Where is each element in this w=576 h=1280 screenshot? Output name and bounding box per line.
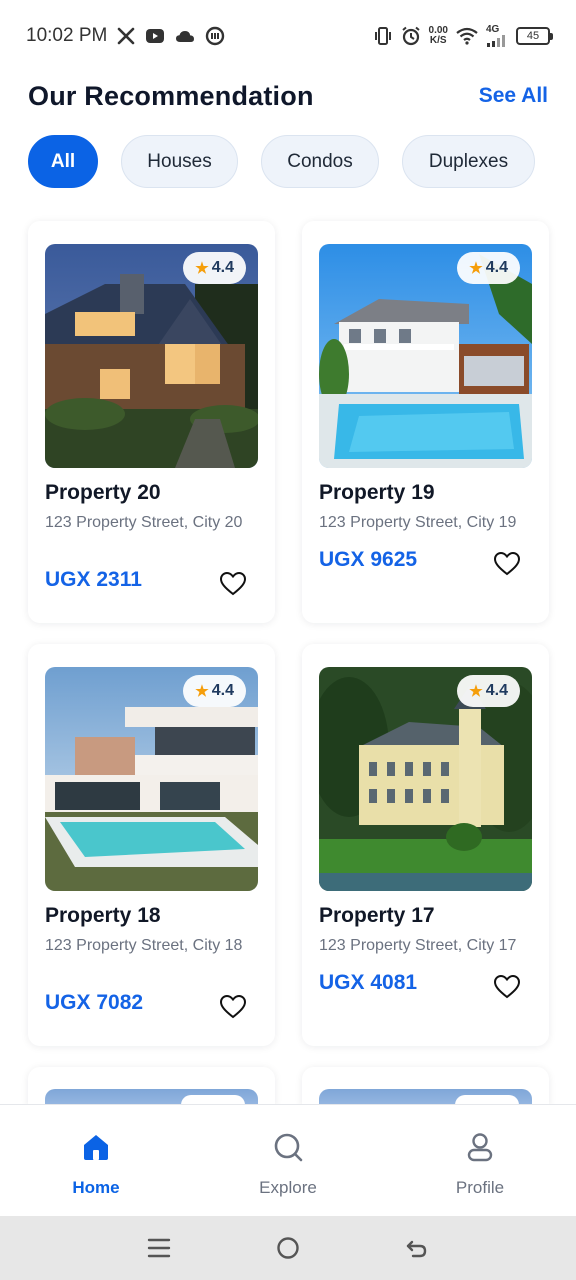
see-all-link[interactable]: See All [479, 84, 548, 108]
bottom-navigation: Home Explore Profile [0, 1104, 576, 1216]
property-name: Property 19 [319, 481, 435, 504]
x-logo-icon [117, 27, 135, 45]
property-price: UGX 2311 [45, 568, 142, 591]
net-speed: 0.00 K/S [429, 26, 448, 46]
property-image: ★ 4.4 [319, 244, 532, 468]
chip-duplexes[interactable]: Duplexes [402, 135, 535, 188]
search-icon [272, 1131, 304, 1168]
rating-badge: ★ 4.4 [183, 675, 246, 707]
home-circle-icon[interactable] [273, 1233, 303, 1263]
home-icon [80, 1131, 112, 1168]
section-header: Our Recommendation See All [28, 78, 548, 114]
property-name: Property 17 [319, 904, 435, 927]
property-price: UGX 9625 [319, 548, 418, 571]
alarm-icon [401, 26, 421, 46]
property-image: ★ 4.4 [319, 667, 532, 891]
property-name: Property 20 [45, 481, 161, 504]
cloud-icon [175, 29, 195, 43]
property-address: 123 Property Street, City 18 [45, 937, 243, 954]
chip-all[interactable]: All [28, 135, 98, 188]
signal-icon: 4G [486, 25, 508, 47]
menu-icon[interactable] [144, 1233, 174, 1263]
nav-home[interactable]: Home [0, 1105, 192, 1216]
favorite-heart-icon[interactable] [219, 993, 247, 1021]
property-address: 123 Property Street, City 17 [319, 937, 517, 954]
network-type: 4G [486, 24, 500, 35]
favorite-heart-icon[interactable] [493, 973, 521, 1001]
property-card-partial[interactable] [28, 1067, 275, 1107]
app-icon [205, 26, 225, 46]
star-icon: ★ [469, 260, 483, 277]
favorite-heart-icon[interactable] [493, 550, 521, 578]
property-address: 123 Property Street, City 19 [319, 514, 517, 531]
property-address: 123 Property Street, City 20 [45, 514, 243, 531]
chip-houses[interactable]: Houses [121, 135, 238, 188]
star-icon: ★ [469, 683, 483, 700]
status-time: 10:02 PM [26, 25, 108, 46]
nav-profile-label: Profile [455, 1178, 505, 1197]
page-title: Our Recommendation [28, 80, 314, 111]
nav-explore[interactable]: Explore [192, 1105, 384, 1216]
system-status-icons: 0.00 K/S 4G 45 [373, 25, 553, 47]
rating-value: 4.4 [211, 682, 234, 699]
rating-badge: ★ 4.4 [457, 252, 520, 284]
nav-home-label: Home [72, 1178, 120, 1197]
wifi-icon [456, 27, 478, 45]
filter-chips: All Houses Condos Duplexes [28, 135, 535, 188]
property-price: UGX 4081 [319, 971, 418, 994]
nav-profile[interactable]: Profile [384, 1105, 576, 1216]
rating-value: 4.4 [211, 259, 234, 276]
notification-icons [117, 26, 225, 46]
star-icon: ★ [195, 683, 209, 700]
rating-badge: ★ 4.4 [457, 675, 520, 707]
battery-icon: 45 [516, 27, 553, 45]
net-speed-unit: K/S [429, 35, 447, 46]
property-name: Property 18 [45, 904, 161, 927]
youtube-icon [145, 28, 165, 44]
vibrate-icon [373, 27, 393, 45]
back-icon[interactable] [402, 1233, 432, 1263]
rating-value: 4.4 [485, 259, 508, 276]
rating-badge: ★ 4.4 [183, 252, 246, 284]
property-card[interactable]: ★ 4.4 Property 17 123 Property Street, C… [302, 644, 549, 1046]
status-bar: 10:02 PM 0.00 K/S 4G 45 [0, 0, 576, 72]
property-card[interactable]: ★ 4.4 Property 19 123 Property Street, C… [302, 221, 549, 623]
system-navigation-bar [0, 1216, 576, 1280]
property-image: ★ 4.4 [45, 667, 258, 891]
chip-condos[interactable]: Condos [261, 135, 379, 188]
star-icon: ★ [195, 260, 209, 277]
property-price: UGX 7082 [45, 991, 144, 1014]
rating-value: 4.4 [485, 682, 508, 699]
property-card-partial[interactable] [302, 1067, 549, 1107]
property-card[interactable]: ★ 4.4 Property 20 123 Property Street, C… [28, 221, 275, 623]
profile-icon [464, 1131, 496, 1168]
favorite-heart-icon[interactable] [219, 570, 247, 598]
nav-explore-label: Explore [259, 1178, 317, 1197]
property-image: ★ 4.4 [45, 244, 258, 468]
property-card[interactable]: ★ 4.4 Property 18 123 Property Street, C… [28, 644, 275, 1046]
